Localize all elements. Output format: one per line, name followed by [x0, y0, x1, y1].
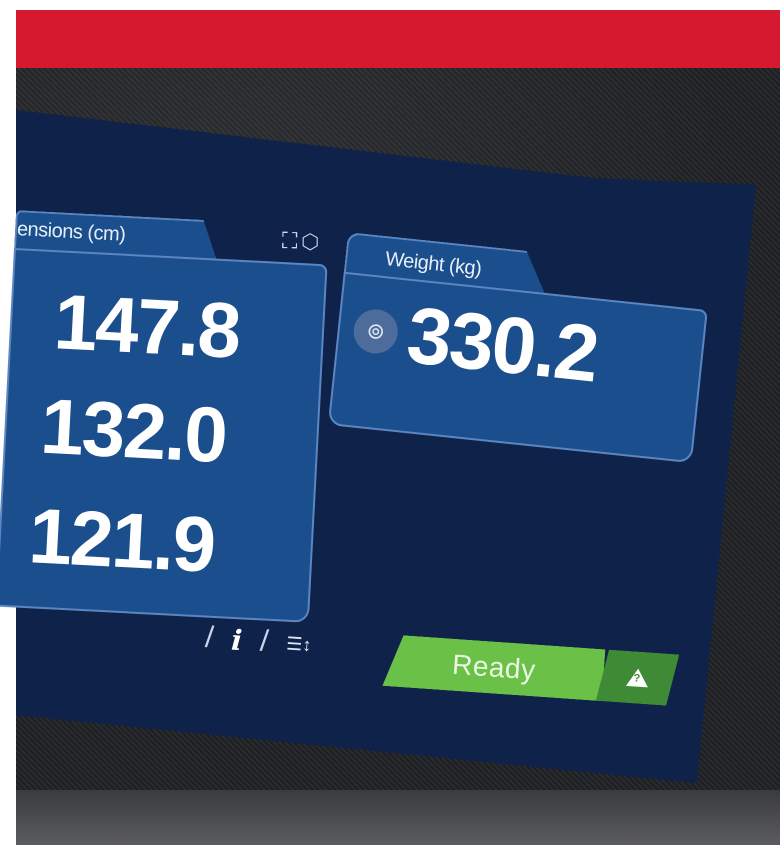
info-icon[interactable]: i [230, 623, 243, 657]
toolbar-separator: / [204, 620, 215, 655]
weight-value: 330.2 [402, 290, 602, 399]
dimension-width-value: 132.0 [38, 381, 229, 480]
measure-mode-icons: ⛶⬡ [282, 228, 323, 254]
brand-header-band [16, 10, 780, 68]
weight-panel: Weight (kg) ⊚ 330.2 [324, 232, 716, 499]
frame-icon[interactable]: ⛶ [282, 228, 301, 253]
status-label: Ready [451, 648, 537, 686]
list-sort-icon[interactable]: ☰↕ [286, 633, 312, 656]
dimension-length-value: 147.8 [51, 277, 242, 375]
dimension-height-value: 121.9 [26, 491, 217, 589]
dimensions-panel: ensions (cm) 147.8 132.0 121.9 [0, 210, 336, 626]
hexagon-icon[interactable]: ⬡ [301, 228, 323, 253]
status-alert-button[interactable]: ? [596, 649, 679, 706]
toolbar-separator: / [258, 624, 270, 659]
device-bezel-bottom [16, 790, 780, 845]
warning-triangle-icon: ? [626, 668, 649, 687]
